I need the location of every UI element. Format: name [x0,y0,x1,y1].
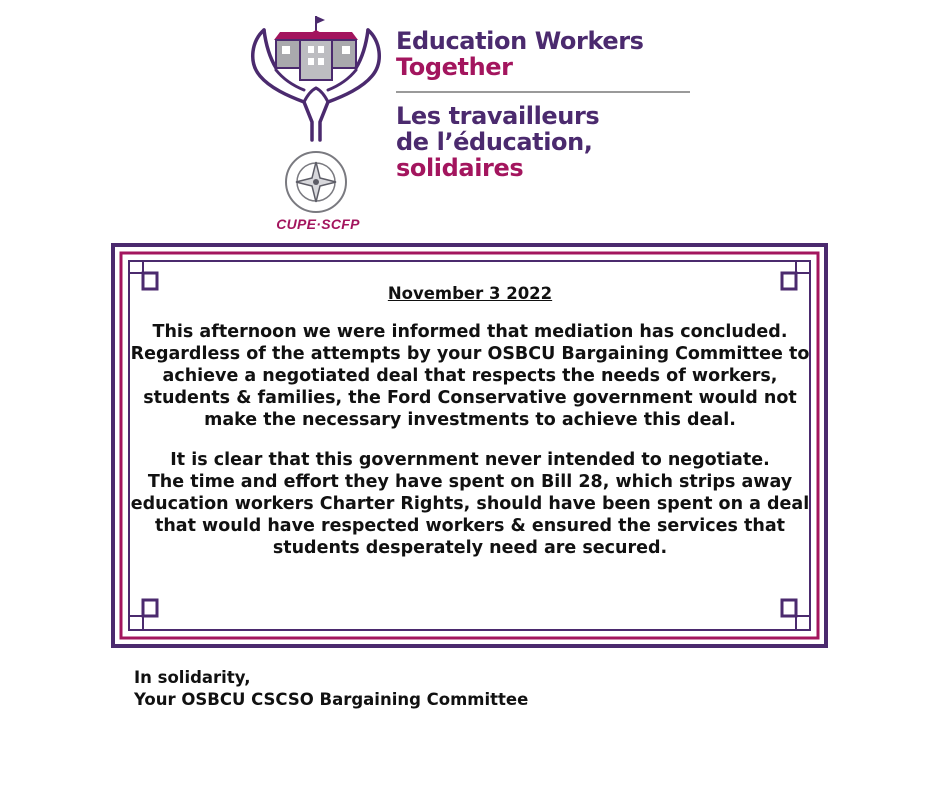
divider [396,91,690,93]
notice-body: November 3 2022 This afternoon we were i… [128,283,812,559]
signoff-line-1: In solidarity, [134,668,251,687]
signoff: In solidarity, Your OSBCU CSCSO Bargaini… [134,667,528,711]
notice-date: November 3 2022 [387,284,553,303]
education-workers-seal-icon [285,151,347,213]
tagline-fr-line3: solidaires [396,154,524,182]
notice-paragraph-1: This afternoon we were informed that med… [128,321,812,431]
cupe-scfp-label: CUPE·SCFP [276,216,360,232]
tagline-fr-line2: de l’éducation, [396,128,593,156]
tagline-en-line2: Together [396,53,513,81]
p2-text: It is clear that this government never i… [130,450,810,558]
signoff-line-2: Your OSBCU CSCSO Bargaining Committee [134,690,529,709]
tagline-fr-line1: Les travailleurs [396,102,600,130]
p1-text: This afternoon we were informed that med… [130,322,810,430]
hands-holding-school-icon [251,16,381,213]
header: CUPE·SCFP Education Workers Together Les… [0,0,940,240]
notice-paragraph-2: It is clear that this government never i… [128,449,812,559]
tagline-en-line1: Education Workers [396,27,644,55]
